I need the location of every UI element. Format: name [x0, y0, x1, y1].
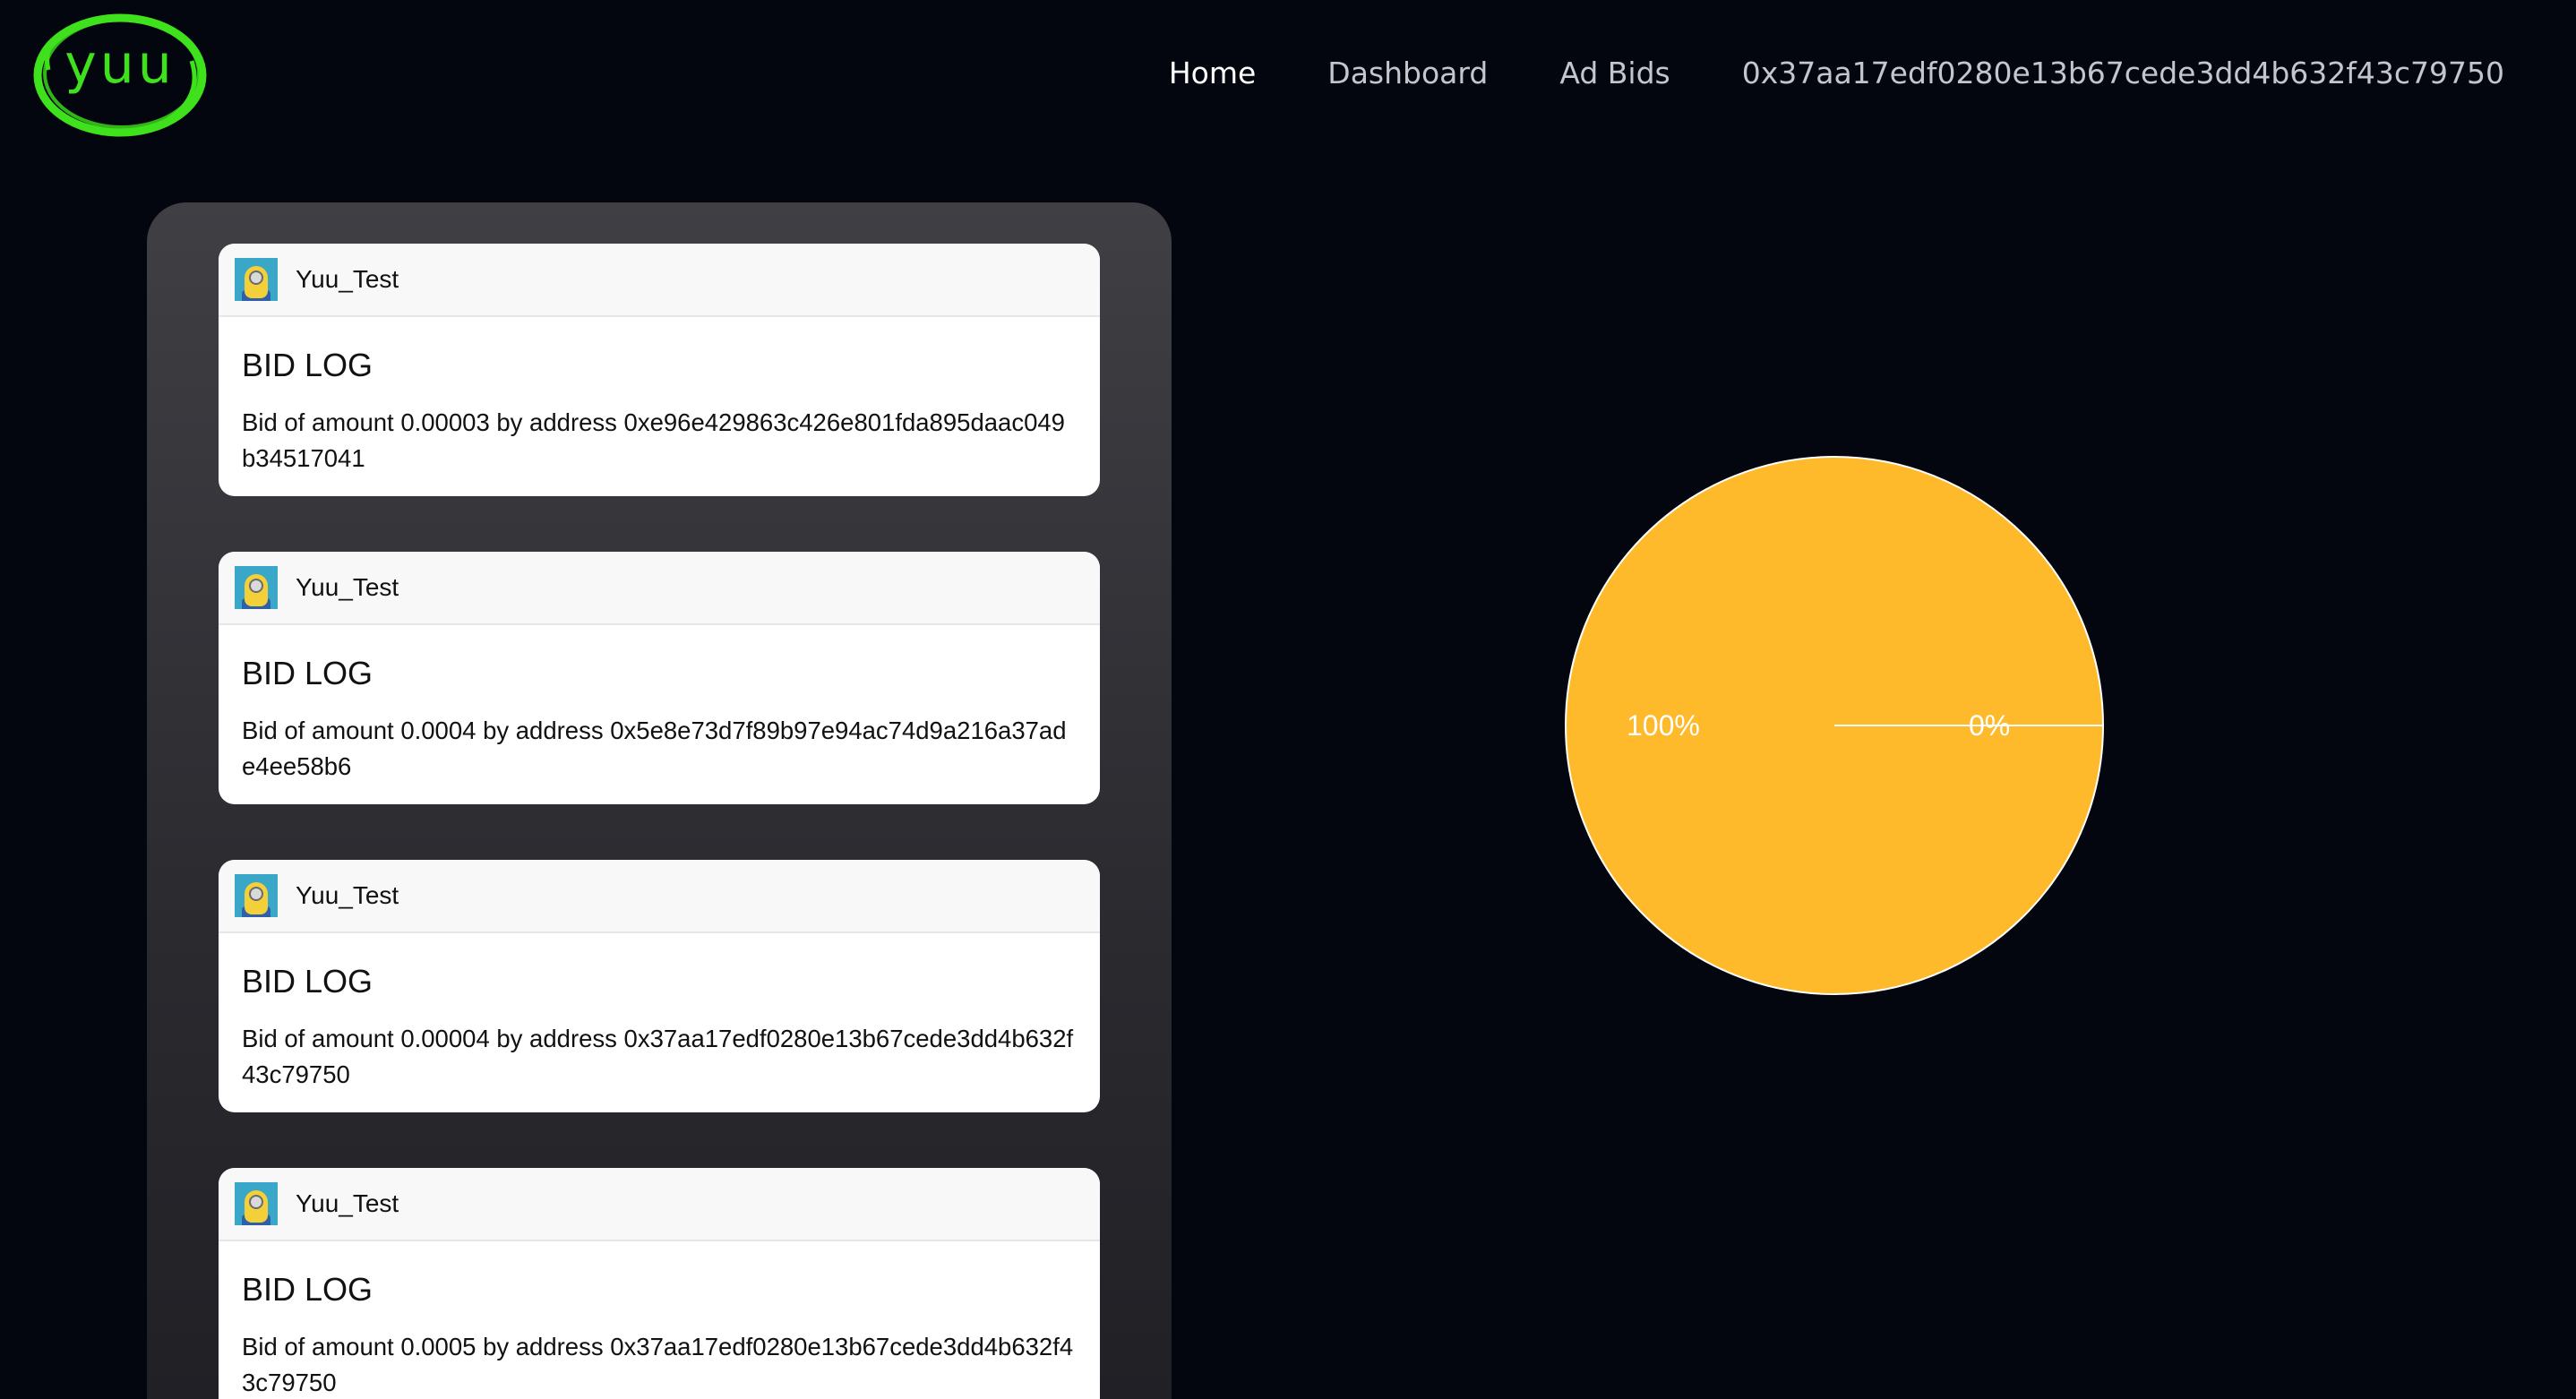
card-body: BID LOG Bid of amount 0.00004 by address…	[219, 933, 1100, 1112]
minion-avatar-icon	[235, 1182, 278, 1225]
logo-text: yuu	[64, 33, 176, 96]
card-header: Yuu_Test	[219, 552, 1100, 625]
card-header: Yuu_Test	[219, 860, 1100, 933]
bid-log-card: Yuu_Test BID LOG Bid of amount 0.0004 by…	[219, 552, 1100, 804]
bid-log-panel[interactable]: Yuu_Test BID LOG Bid of amount 0.00003 b…	[147, 202, 1172, 1399]
pie-label-0-percent: 0%	[1969, 709, 2011, 742]
card-text: Bid of amount 0.00003 by address 0xe96e4…	[242, 408, 1065, 472]
nav-wallet-address[interactable]: 0x37aa17edf0280e13b67cede3dd4b632f43c797…	[1742, 54, 2504, 93]
page: yuu Home Dashboard Ad Bids 0x37aa17edf02…	[0, 0, 2576, 1399]
card-header: Yuu_Test	[219, 244, 1100, 317]
card-username: Yuu_Test	[296, 265, 399, 293]
card-text: Bid of amount 0.0004 by address 0x5e8e73…	[242, 717, 1067, 780]
pie-label-100-percent: 100%	[1627, 709, 1700, 742]
card-title: BID LOG	[242, 963, 374, 1000]
minion-avatar-icon	[235, 874, 278, 917]
card-title: BID LOG	[242, 655, 374, 691]
card-text: Bid of amount 0.00004 by address 0x37aa1…	[242, 1025, 1074, 1088]
bid-log-card: Yuu_Test BID LOG Bid of amount 0.0005 by…	[219, 1168, 1100, 1399]
nav-dashboard[interactable]: Dashboard	[1327, 54, 1488, 93]
card-text: Bid of amount 0.0005 by address 0x37aa17…	[242, 1333, 1074, 1396]
yuu-logo[interactable]: yuu	[30, 7, 210, 142]
minion-avatar-icon	[235, 566, 278, 609]
card-title: BID LOG	[242, 1271, 374, 1308]
bid-log-card: Yuu_Test BID LOG Bid of amount 0.00004 b…	[219, 860, 1100, 1112]
nav-home[interactable]: Home	[1169, 54, 1256, 93]
card-username: Yuu_Test	[296, 881, 399, 909]
nav-ad-bids[interactable]: Ad Bids	[1559, 54, 1670, 93]
top-nav: Home Dashboard Ad Bids 0x37aa17edf0280e1…	[1169, 54, 2504, 93]
bid-share-pie-chart[interactable]: 100% 0%	[1564, 455, 2105, 996]
minion-avatar-icon	[235, 258, 278, 301]
card-header: Yuu_Test	[219, 1168, 1100, 1241]
card-title: BID LOG	[242, 347, 374, 383]
card-body: BID LOG Bid of amount 0.0005 by address …	[219, 1241, 1100, 1399]
card-username: Yuu_Test	[296, 1189, 399, 1217]
card-body: BID LOG Bid of amount 0.0004 by address …	[219, 625, 1100, 804]
card-username: Yuu_Test	[296, 573, 399, 601]
bid-log-card: Yuu_Test BID LOG Bid of amount 0.00003 b…	[219, 244, 1100, 496]
card-body: BID LOG Bid of amount 0.00003 by address…	[219, 317, 1100, 496]
